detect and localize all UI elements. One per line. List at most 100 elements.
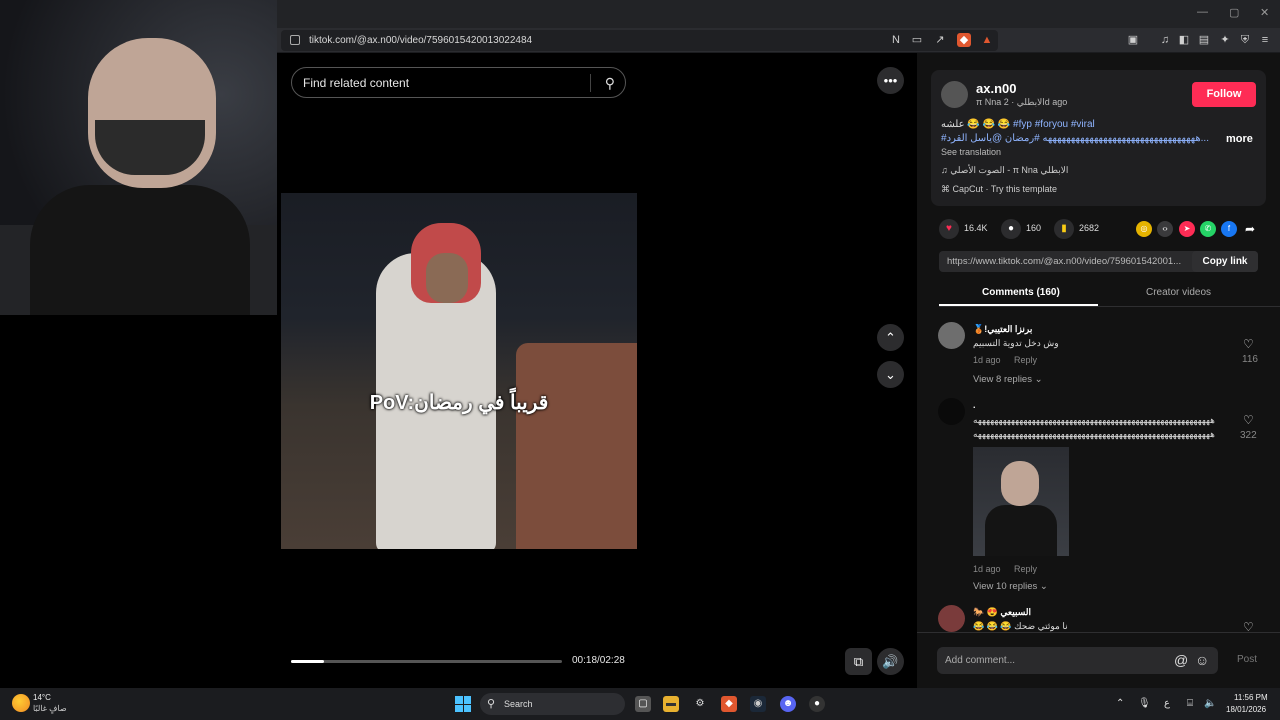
left-blank-area bbox=[0, 315, 277, 688]
more-options-icon[interactable]: ••• bbox=[877, 67, 904, 94]
comment-like-icon[interactable]: ♡ bbox=[1243, 337, 1254, 351]
tab-comments[interactable]: Comments (160) bbox=[982, 287, 1060, 298]
tab-creator-videos[interactable]: Creator videos bbox=[1146, 287, 1211, 298]
microphone-icon[interactable]: 🎙 bbox=[1138, 698, 1151, 709]
comment-image[interactable] bbox=[973, 447, 1069, 556]
volume-icon[interactable]: 🔊 bbox=[877, 648, 904, 675]
copy-link-button[interactable]: Copy link bbox=[1192, 251, 1258, 272]
menu-icon[interactable]: ≡ bbox=[1258, 33, 1272, 47]
emoji-icon[interactable]: ☺ bbox=[1195, 652, 1209, 668]
comment-author[interactable]: . bbox=[973, 400, 976, 410]
file-explorer-icon[interactable]: ▬ bbox=[663, 696, 679, 712]
network-icon[interactable]: ⌸ bbox=[1187, 698, 1193, 709]
reply-button[interactable]: Reply bbox=[1014, 355, 1037, 365]
comment-avatar[interactable] bbox=[938, 605, 965, 632]
comment-count: 160 bbox=[1026, 223, 1042, 233]
comment-author[interactable]: 🐎 😍 السبيعي bbox=[973, 607, 1031, 618]
whatsapp-icon[interactable]: ✆ bbox=[1200, 221, 1216, 237]
steam-icon[interactable]: ⚙ bbox=[692, 696, 708, 712]
obs-icon[interactable]: ● bbox=[809, 696, 825, 712]
tabs-divider bbox=[939, 306, 1280, 307]
webcam-overlay bbox=[0, 0, 277, 315]
embed-icon[interactable]: ‹› bbox=[1157, 221, 1173, 237]
sidebar-icon[interactable]: ◧ bbox=[1177, 33, 1191, 47]
search-placeholder: Find related content bbox=[303, 76, 410, 90]
hashtags[interactable]: #fyp #foryou #viral bbox=[1013, 119, 1095, 130]
discord-icon[interactable]: ☻ bbox=[780, 696, 796, 712]
comment-like-icon[interactable]: ♡ bbox=[1243, 413, 1254, 427]
reply-button[interactable]: Reply bbox=[1014, 564, 1037, 574]
creator-username[interactable]: ax.n00 bbox=[976, 81, 1016, 96]
weather-icon[interactable] bbox=[12, 694, 30, 712]
view-replies-label: View 8 replies bbox=[973, 374, 1032, 385]
taskbar-time[interactable]: 11:56 PM bbox=[1234, 693, 1268, 702]
screenshot-icon[interactable]: ▣ bbox=[1126, 33, 1140, 47]
music-note-icon: ♫ bbox=[941, 165, 951, 175]
creator-subline: π Nna الابطلي · 2d ago bbox=[976, 97, 1068, 107]
comment-icon[interactable]: ● bbox=[1001, 219, 1021, 239]
post-comment-button[interactable]: Post bbox=[1237, 654, 1257, 665]
media-icon[interactable]: ♫ bbox=[1158, 33, 1172, 47]
like-count: 16.4K bbox=[964, 223, 988, 233]
comment-time: 1d ago bbox=[973, 355, 1001, 365]
wallet-icon[interactable]: ▤ bbox=[1197, 33, 1211, 47]
brave-rewards-icon[interactable]: ▲ bbox=[980, 33, 994, 47]
capcut-icon: ⌘ bbox=[941, 184, 953, 194]
next-video-icon[interactable]: ⌄ bbox=[877, 361, 904, 388]
music-row[interactable]: ♫ الصوت الأصلي - π Nna الابطلي bbox=[941, 165, 1068, 176]
steam-app-icon[interactable]: ◉ bbox=[750, 696, 766, 712]
video-progress-fill bbox=[291, 660, 324, 663]
windows-start-icon[interactable] bbox=[455, 696, 471, 712]
mention-icon[interactable]: @ bbox=[1174, 652, 1188, 668]
taskbar-date[interactable]: 18/01/2026 bbox=[1226, 705, 1266, 714]
comment-text: وش دخل تدوية التسبيم bbox=[973, 338, 1059, 348]
share-arrow-icon[interactable]: ➦ bbox=[1242, 221, 1258, 237]
video-time: 00:18/02:28 bbox=[572, 655, 625, 666]
comment-avatar[interactable] bbox=[938, 398, 965, 425]
capcut-text: CapCut · Try this template bbox=[952, 184, 1058, 194]
brave-browser-icon[interactable]: ◆ bbox=[721, 696, 737, 712]
floating-player-icon[interactable]: ⧉ bbox=[845, 648, 872, 675]
view-replies-button[interactable]: View 8 replies ⌄ bbox=[973, 374, 1043, 385]
comment-author[interactable]: 🥉!برنزا العتيبي bbox=[973, 324, 1032, 335]
vpn-icon[interactable]: ⛨ bbox=[1238, 33, 1252, 47]
repost-icon[interactable]: ◎ bbox=[1136, 221, 1152, 237]
video-progress-bar[interactable] bbox=[291, 660, 562, 663]
tray-overflow-icon[interactable]: ⌃ bbox=[1116, 698, 1124, 709]
post-description-line2: #هههههههههههههههههههههههههههههههههه #رمض… bbox=[941, 133, 1209, 144]
related-search-input[interactable]: Find related content ⚲ bbox=[291, 67, 626, 98]
comment-text: هههههههههههههههههههههههههههههههههههههههه… bbox=[973, 415, 1215, 425]
speaker-icon[interactable]: 🔈 bbox=[1204, 698, 1216, 709]
view-replies-button[interactable]: View 10 replies ⌄ bbox=[973, 581, 1048, 592]
follow-button[interactable]: Follow bbox=[1192, 82, 1256, 107]
maximize-button[interactable]: ▢ bbox=[1229, 6, 1239, 19]
description-prefix: علشه 😂 😂 😂 bbox=[941, 119, 1011, 130]
see-translation-link[interactable]: See translation bbox=[941, 147, 1001, 157]
creator-avatar[interactable] bbox=[941, 81, 968, 108]
facebook-icon[interactable]: f bbox=[1221, 221, 1237, 237]
task-view-icon[interactable]: ▢ bbox=[635, 696, 651, 712]
previous-video-icon[interactable]: ⌃ bbox=[877, 324, 904, 351]
share-page-icon[interactable]: ↗ bbox=[933, 33, 947, 47]
input-language[interactable]: ع bbox=[1164, 698, 1170, 709]
minimize-button[interactable]: — bbox=[1197, 6, 1208, 18]
taskbar-search[interactable]: ⚲ Search bbox=[480, 693, 625, 715]
send-icon[interactable]: ➤ bbox=[1179, 221, 1195, 237]
share-link-text[interactable]: https://www.tiktok.com/@ax.n00/video/759… bbox=[947, 256, 1191, 267]
bookmark-icon[interactable]: ▮ bbox=[1054, 219, 1074, 239]
search-icon[interactable]: ⚲ bbox=[605, 75, 615, 92]
translate-icon[interactable]: N bbox=[889, 33, 903, 47]
address-bar-row: tiktok.com/@ax.n00/video/759601542001302… bbox=[277, 28, 1280, 53]
site-settings-icon[interactable] bbox=[290, 35, 300, 45]
brave-shields-icon[interactable]: ◆ bbox=[957, 33, 971, 47]
heart-icon[interactable]: ♥ bbox=[939, 219, 959, 239]
comment-like-count: 322 bbox=[1240, 430, 1257, 441]
add-comment-input[interactable]: Add comment... @ ☺ bbox=[937, 647, 1218, 674]
cast-icon[interactable]: ▭ bbox=[910, 33, 924, 47]
video-frame[interactable]: PoV:قريباً في رمضان bbox=[281, 193, 637, 549]
more-link[interactable]: more bbox=[1226, 133, 1253, 145]
leo-ai-icon[interactable]: ✦ bbox=[1218, 33, 1232, 47]
close-window-button[interactable]: ✕ bbox=[1260, 6, 1269, 19]
comment-avatar[interactable] bbox=[938, 322, 965, 349]
capcut-row[interactable]: ⌘ CapCut · Try this template bbox=[941, 184, 1057, 195]
